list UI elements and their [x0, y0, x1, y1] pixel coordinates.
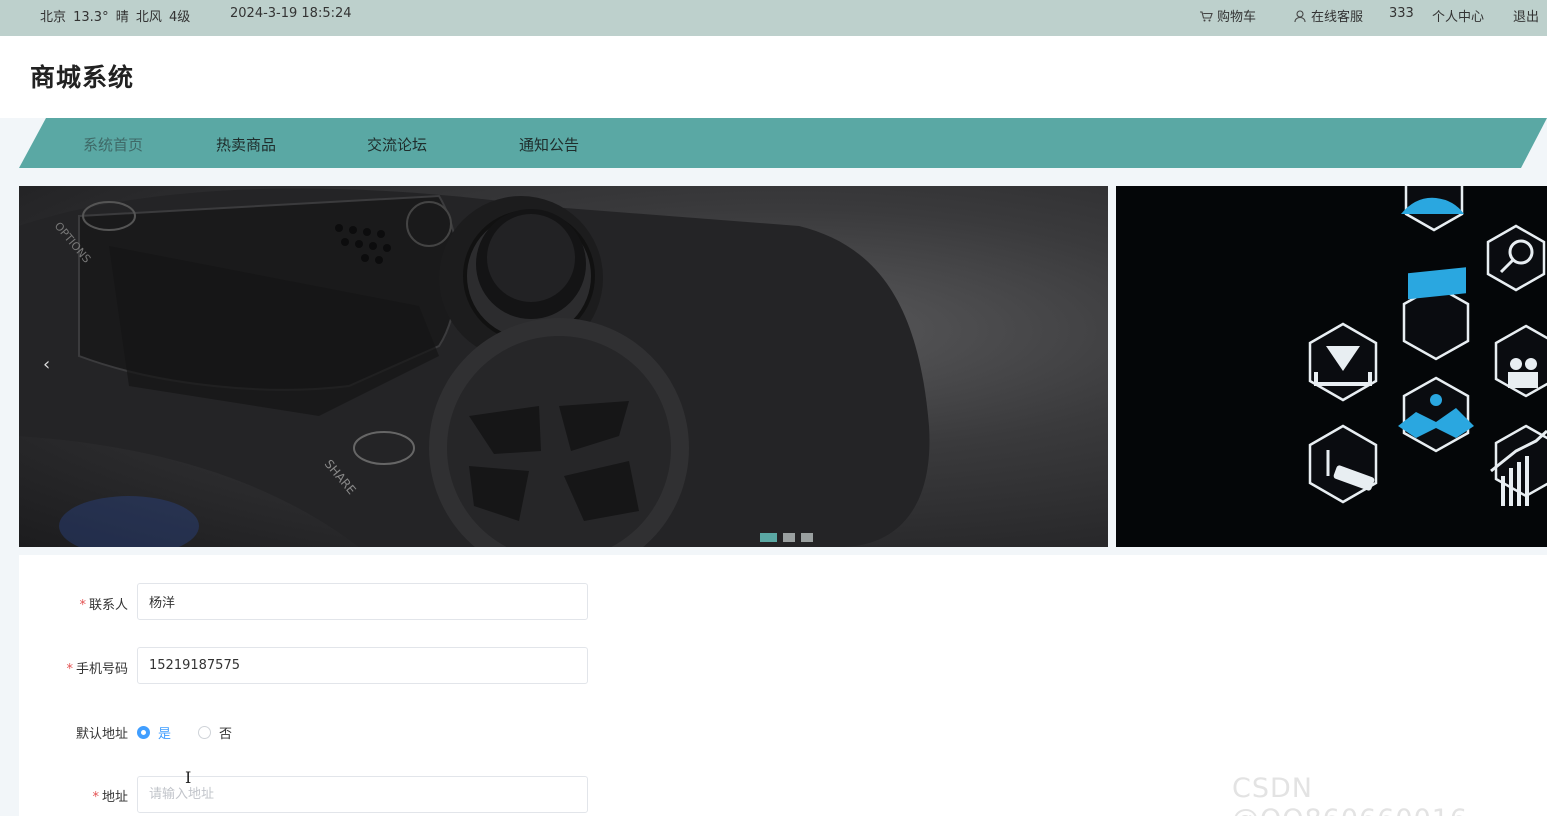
cart-label: 购物车: [1217, 10, 1257, 25]
carousel-main-slide[interactable]: OPTIONS SHARE ‹: [19, 186, 1108, 547]
default-yes-radio[interactable]: 是: [137, 723, 171, 742]
site-header: 商城系统: [0, 36, 1547, 118]
address-field-label: * 地址: [92, 790, 128, 805]
carousel-dot-2[interactable]: [783, 533, 795, 542]
nav-item-notices[interactable]: 通知公告: [519, 134, 579, 155]
nav-item-hot-products[interactable]: 热卖商品: [216, 134, 276, 155]
phone-input[interactable]: [137, 647, 588, 684]
tech-hexagon-image: [1308, 186, 1547, 506]
site-title[interactable]: 商城系统: [30, 58, 134, 94]
main-nav: 系统首页 热卖商品 交流论坛 通知公告: [19, 118, 1547, 168]
text-cursor-icon: I: [185, 768, 192, 787]
carousel-next-slide[interactable]: [1116, 186, 1547, 547]
game-controller-image: OPTIONS SHARE: [19, 188, 930, 547]
username[interactable]: 333: [1389, 6, 1414, 21]
carousel-prev-arrow[interactable]: ‹: [43, 354, 50, 375]
user-service-icon: [1294, 9, 1306, 22]
phone-field-label: * 手机号码: [66, 662, 128, 677]
default-address-label: 默认地址: [75, 727, 128, 742]
online-service-label: 在线客服: [1311, 10, 1364, 25]
cart-icon: [1200, 10, 1213, 21]
carousel-indicators: [760, 533, 813, 542]
nav-item-forum[interactable]: 交流论坛: [367, 134, 427, 155]
address-input[interactable]: [137, 776, 588, 813]
online-service-link[interactable]: 在线客服: [1293, 6, 1363, 25]
carousel-dot-1[interactable]: [760, 533, 777, 542]
nav-item-home[interactable]: 系统首页: [83, 134, 143, 155]
carousel-dot-3[interactable]: [801, 533, 813, 542]
cart-link[interactable]: 购物车: [1199, 6, 1256, 25]
current-datetime: 2024-3-19 18:5:24: [230, 6, 352, 21]
profile-link[interactable]: 个人中心: [1432, 6, 1484, 25]
default-no-radio[interactable]: 否: [198, 723, 232, 742]
contact-field-label: * 联系人: [79, 598, 128, 613]
weather-info: 北京 13.3° 晴 北风 4级: [40, 10, 191, 25]
top-bar: 北京 13.3° 晴 北风 4级 2024-3-19 18:5:24 购物车 在…: [0, 0, 1547, 36]
contact-input[interactable]: [137, 583, 588, 620]
logout-link[interactable]: 退出: [1513, 6, 1539, 25]
watermark-text: CSDN @QQ860660016: [1232, 773, 1467, 816]
